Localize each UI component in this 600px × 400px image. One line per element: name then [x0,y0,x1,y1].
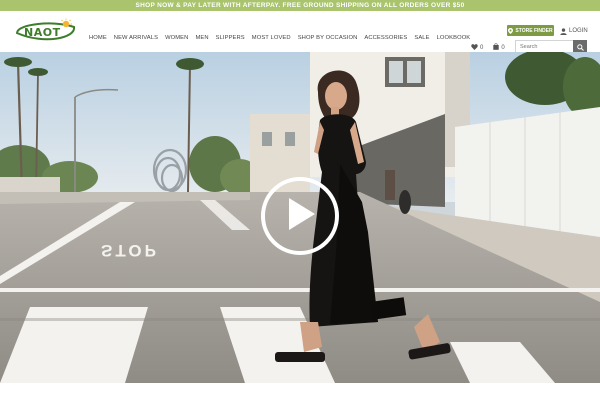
page-bottom [0,383,600,400]
nav-item-shop-by-occasion[interactable]: SHOP BY OCCASION [298,33,358,43]
store-finder-button[interactable]: STORE FINDER [507,25,554,36]
wishlist-count: 0 [480,44,484,51]
shopping-bag-icon [493,43,500,52]
search-input[interactable] [516,41,575,52]
play-icon [283,196,317,237]
wishlist-link[interactable]: 0 [471,43,484,52]
road-stop-text: STOP [101,241,159,260]
cart-link[interactable]: 0 [493,43,505,52]
site-header: NAOT HOME NEW ARRIVALS WOMEN MEN SLIPPER… [0,11,600,53]
cart-count: 0 [501,44,505,51]
play-button[interactable] [261,177,339,255]
hero-video[interactable]: STOP [0,52,600,383]
nav-item-sale[interactable]: SALE [414,33,429,43]
naot-logo[interactable]: NAOT [14,18,78,46]
user-icon [560,27,567,35]
nav-item-women[interactable]: WOMEN [165,33,188,43]
promo-text: SHOP NOW & PAY LATER WITH AFTERPAY. FREE… [135,2,465,9]
main-nav: HOME NEW ARRIVALS WOMEN MEN SLIPPERS MOS… [89,33,477,43]
nav-item-slippers[interactable]: SLIPPERS [216,33,245,43]
heart-icon [471,43,478,52]
nav-item-lookbook[interactable]: LOOKBOOK [437,33,471,43]
nav-item-most-loved[interactable]: MOST LOVED [252,33,291,43]
svg-text:STOP: STOP [101,241,159,260]
logo-text: NAOT [24,26,61,39]
nav-item-accessories[interactable]: ACCESSORIES [364,33,407,43]
nav-item-men[interactable]: MEN [195,33,208,43]
nav-item-new-arrivals[interactable]: NEW ARRIVALS [114,33,158,43]
login-label: LOGIN [569,28,588,34]
map-pin-icon [508,27,514,34]
promo-banner[interactable]: SHOP NOW & PAY LATER WITH AFTERPAY. FREE… [0,0,600,11]
header-actions: 0 0 [471,43,505,52]
nav-item-home[interactable]: HOME [89,33,107,43]
store-finder-label: STORE FINDER [515,27,553,34]
login-link[interactable]: LOGIN [560,26,588,36]
